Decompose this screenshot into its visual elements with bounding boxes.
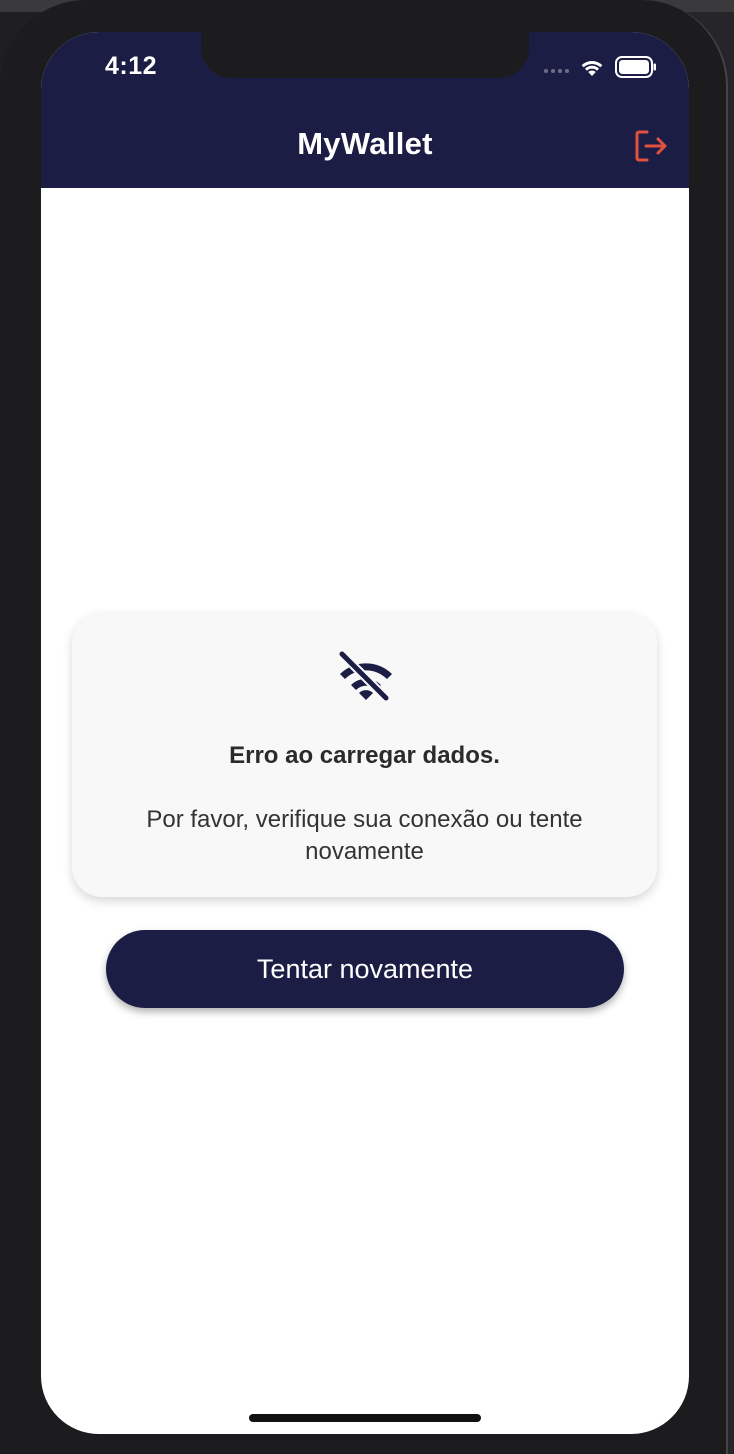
home-indicator[interactable] [249,1414,481,1422]
status-icons [544,56,657,78]
app-bar: 4:12 MyWallet [41,32,689,188]
wifi-off-icon [337,649,392,703]
screen: 4:12 MyWallet Erro ao carregar dados. Po… [41,32,689,1434]
app-title: MyWallet [297,126,433,161]
status-time: 4:12 [105,52,158,80]
error-title: Erro ao carregar dados. [229,742,500,769]
error-card: Erro ao carregar dados. Por favor, verif… [72,613,657,897]
retry-button[interactable]: Tentar novamente [106,930,624,1008]
error-message: Por favor, verifique sua conexão ou tent… [146,806,583,865]
battery-icon [615,56,656,78]
wifi-icon [581,61,603,76]
cellular-signal-icon [544,61,569,73]
retry-button-label: Tentar novamente [256,953,474,984]
phone-frame: 4:12 MyWallet Erro ao carregar dados. Po… [0,0,728,1454]
notch [201,32,529,78]
logout-icon[interactable] [633,128,669,164]
